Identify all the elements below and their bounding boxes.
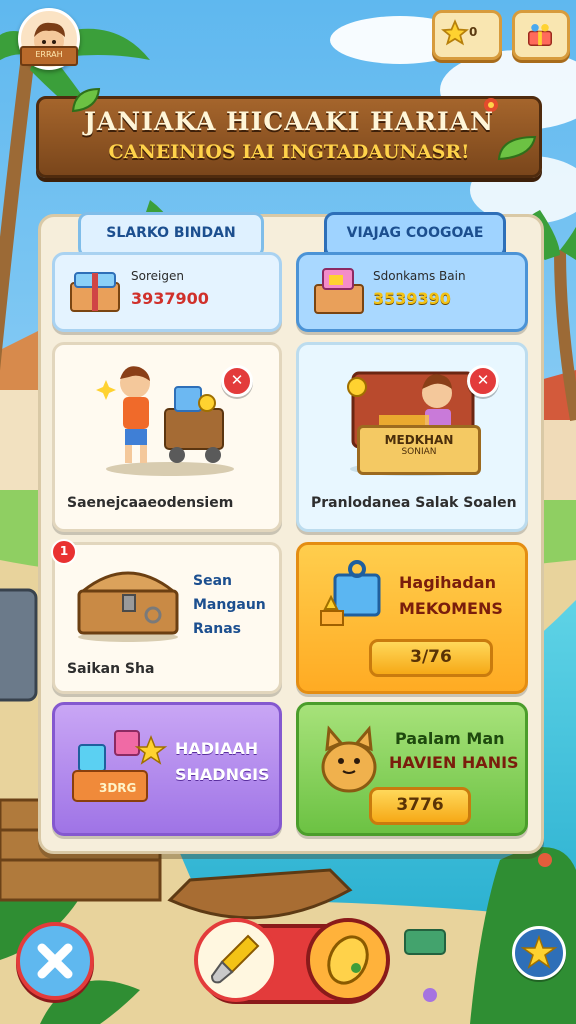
avatar-name-tag: ERRAH	[20, 46, 78, 66]
reward-card-weekly-total[interactable]: Sdonkams Bain 3539390	[296, 252, 528, 332]
reward-card-pet[interactable]: Paalam Man HAVIEN HANIS 3776	[296, 702, 528, 836]
coin-icon	[327, 935, 369, 985]
reward-card-gems[interactable]: 3DRG HADIAAH SHADNGIS	[52, 702, 282, 836]
reward-card-value: 3937900	[131, 289, 209, 308]
blocks-and-key-icon	[320, 560, 381, 626]
gems-box-icon	[72, 730, 168, 802]
banner-subtitle: CANEINIOS IAI INGTADAUNASR!	[108, 141, 470, 163]
paint-brush-icon	[210, 934, 260, 984]
reward-card-collector[interactable]: ✕ Saenejcaaeodensiem	[52, 342, 282, 532]
chest-title-line: Mangaun	[193, 597, 266, 613]
reward-card-sign[interactable]: MEDKHAN SONIAN ✕ Pranlodanea Salak Soale…	[296, 342, 528, 532]
pet-progress-pill: 3776	[369, 787, 471, 825]
gift-box-icon	[70, 272, 120, 312]
boost-title-line: MEKOMENS	[399, 599, 503, 618]
pet-cat-icon	[321, 725, 377, 793]
star-icon	[441, 19, 469, 46]
treasure-box-icon	[314, 268, 364, 314]
boost-title-line: Hagihadan	[399, 573, 496, 592]
game-scene: ERRAH 0 JANIAKA HICAAKI HARIAN CANEINIOS…	[0, 0, 576, 1024]
reward-card-boost[interactable]: Hagihadan MEKOMENS 3/76	[296, 542, 528, 694]
banner-title: JANIAKA HICAAKI HARIAN	[84, 107, 494, 136]
close-icon[interactable]: ✕	[221, 365, 253, 397]
reward-card-label: Saenejcaaeodensiem	[67, 495, 234, 511]
gift-shop-button[interactable]	[512, 10, 570, 60]
reward-card-chest[interactable]: 1 Sean Mangaun Ranas Saikan Sha	[51, 539, 282, 694]
pet-title-line: Paalam Man	[395, 729, 505, 748]
reward-card-label: Pranlodanea Salak Soalen	[311, 495, 517, 511]
wooden-sign: MEDKHAN SONIAN	[357, 425, 481, 475]
stars-counter-button[interactable]: 0	[432, 10, 502, 60]
chest-title-line: Sean	[193, 573, 232, 589]
close-icon	[37, 943, 73, 979]
gems-title-line: HADIAAH	[175, 739, 259, 758]
boost-progress-pill: 3/76	[369, 639, 493, 677]
coin-tool-button[interactable]	[306, 918, 390, 1002]
sign-title: MEDKHAN	[384, 433, 454, 447]
reward-card-daily-total[interactable]: Soreigen 3937900	[52, 252, 282, 332]
daily-reward-banner: JANIAKA HICAAKI HARIAN CANEINIOS IAI ING…	[36, 87, 542, 178]
gems-title-line: SHADNGIS	[175, 765, 270, 784]
treasure-chest-icon	[77, 571, 179, 642]
gift-icon	[528, 24, 552, 46]
gems-box-label: 3DRG	[99, 781, 137, 795]
stars-count: 0	[469, 25, 478, 39]
sign-subtitle: SONIAN	[401, 447, 437, 457]
chest-footer-label: Saikan Sha	[67, 661, 155, 677]
brush-tool-button[interactable]	[194, 918, 278, 1002]
back-button[interactable]	[16, 922, 94, 1000]
chest-title-line: Ranas	[193, 621, 241, 637]
reward-card-label: Sdonkams Bain	[373, 269, 466, 283]
reward-card-label: Soreigen	[131, 269, 184, 283]
pet-title-line: HAVIEN HANIS	[389, 753, 519, 772]
favorites-button[interactable]	[512, 926, 566, 980]
reward-card-value: 3539390	[373, 289, 451, 308]
star-icon	[520, 934, 558, 969]
close-icon[interactable]: ✕	[467, 365, 499, 397]
